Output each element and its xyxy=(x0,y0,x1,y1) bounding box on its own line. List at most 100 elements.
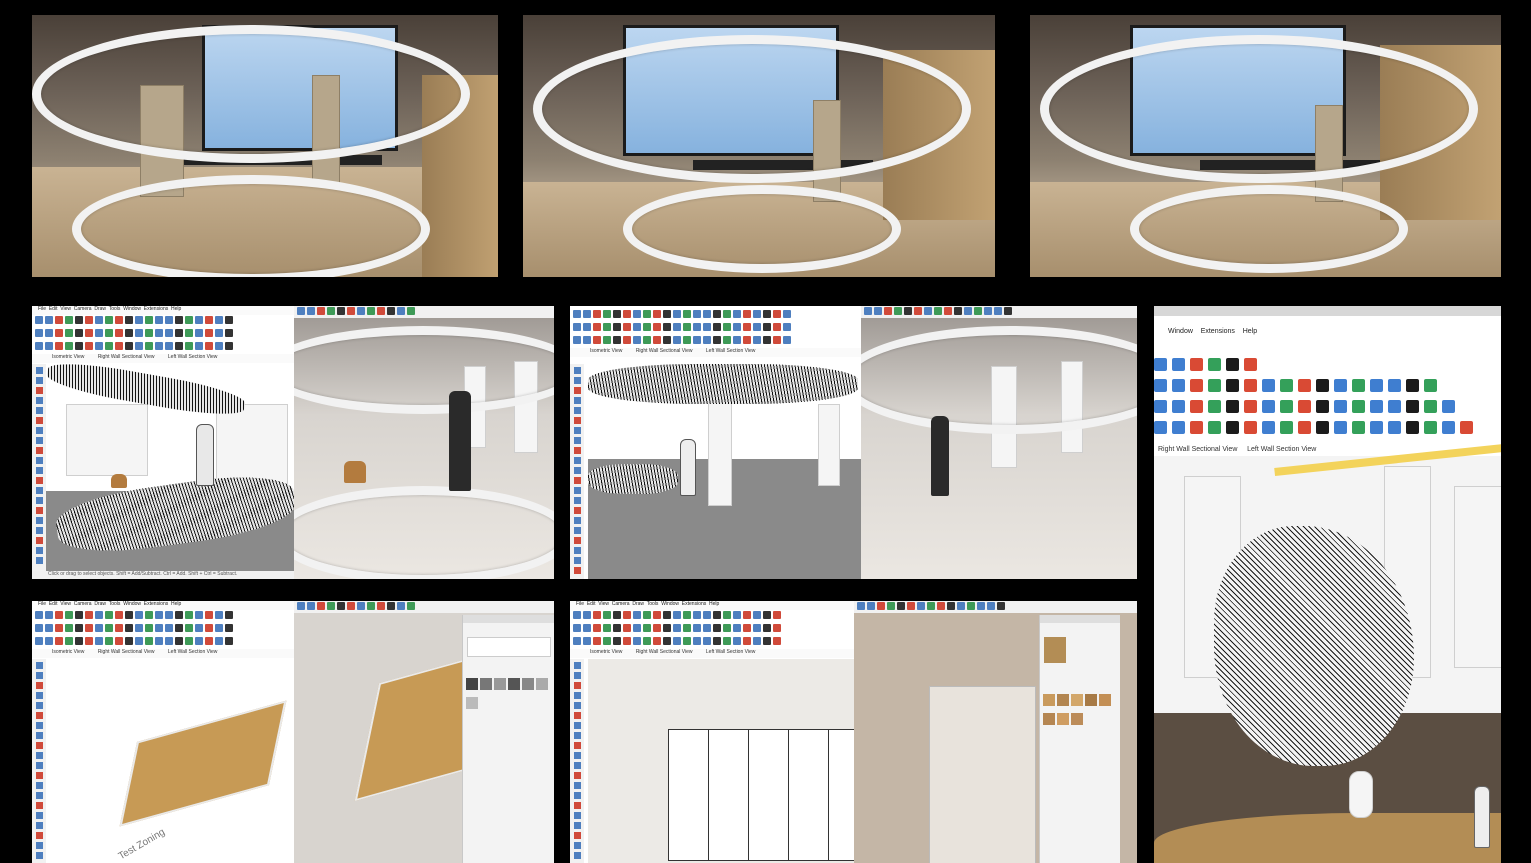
menu-bar: Window Extensions Help xyxy=(1168,328,1257,335)
menu-window[interactable]: Window xyxy=(661,601,679,607)
menu-file[interactable]: File xyxy=(38,306,46,312)
tab-right-wall[interactable]: Right Wall Sectional View xyxy=(98,649,155,655)
menu-camera[interactable]: Camera xyxy=(612,601,630,607)
material-preview xyxy=(467,637,551,657)
paper-ribbon xyxy=(32,25,470,163)
tab-left-wall[interactable]: Left Wall Section View xyxy=(706,649,755,655)
toolbar-row[interactable] xyxy=(32,610,294,623)
menu-camera[interactable]: Camera xyxy=(74,306,92,312)
tab-isometric[interactable]: Isometric View xyxy=(590,649,622,655)
menu-edit[interactable]: Edit xyxy=(49,601,58,607)
tab-left-wall[interactable]: Left Wall Section View xyxy=(706,348,755,354)
menu-view[interactable]: View xyxy=(60,601,71,607)
toolbar-row[interactable] xyxy=(570,335,861,348)
menu-help[interactable]: Help xyxy=(171,601,181,607)
viewport[interactable] xyxy=(588,659,854,863)
person-figure xyxy=(1474,786,1490,848)
tab-right-wall[interactable]: Right Wall Sectional View xyxy=(636,649,693,655)
tab-left-wall[interactable]: Left Wall Section View xyxy=(168,354,217,360)
status-bar: Click or drag to select objects. Shift =… xyxy=(32,571,294,579)
sketchup-window-panels: File Edit View Camera Draw Tools Window … xyxy=(570,601,854,863)
toolbar-row[interactable] xyxy=(570,636,854,649)
tab-isometric[interactable]: Isometric View xyxy=(590,348,622,354)
menu-extensions[interactable]: Extensions xyxy=(682,601,706,607)
tab-left-wall[interactable]: Left Wall Section View xyxy=(1247,446,1316,453)
tab-isometric[interactable]: Isometric View xyxy=(52,354,84,360)
menu-draw[interactable]: Draw xyxy=(632,601,644,607)
menu-window[interactable]: Window xyxy=(123,601,141,607)
person-figure xyxy=(196,424,214,486)
person-figure xyxy=(449,391,471,491)
default-tray[interactable] xyxy=(1039,615,1120,863)
paper-ribbon xyxy=(623,185,901,273)
viewport[interactable]: Test Zoning xyxy=(46,659,294,863)
viewport[interactable] xyxy=(1154,444,1501,863)
menu-help[interactable]: Help xyxy=(709,601,719,607)
wall xyxy=(66,404,148,476)
menu-edit[interactable]: Edit xyxy=(49,306,58,312)
menu-help[interactable]: Help xyxy=(171,306,181,312)
toolbar-row[interactable] xyxy=(32,623,294,636)
menu-extensions[interactable]: Extensions xyxy=(144,601,168,607)
tray-header xyxy=(1040,615,1120,623)
menu-window[interactable]: Window xyxy=(1168,328,1193,335)
model-photo-3 xyxy=(1030,15,1501,277)
toolbar-row[interactable] xyxy=(570,623,854,636)
render-toolbar[interactable] xyxy=(861,306,1137,318)
menu-view[interactable]: View xyxy=(598,601,609,607)
viewport[interactable] xyxy=(44,356,294,571)
paper-ribbon xyxy=(1040,35,1478,183)
render-toolbar[interactable] xyxy=(854,601,1137,613)
left-toolbar[interactable] xyxy=(32,364,46,571)
toolbar-row[interactable] xyxy=(570,610,854,623)
toolbar-row[interactable] xyxy=(32,328,294,341)
wall xyxy=(1454,486,1501,668)
white-sculpture xyxy=(294,486,554,579)
tab-right-wall[interactable]: Right Wall Sectional View xyxy=(98,354,155,360)
material-swatches[interactable] xyxy=(1042,693,1118,731)
tab-left-wall[interactable]: Left Wall Section View xyxy=(168,649,217,655)
left-toolbar[interactable] xyxy=(32,659,46,863)
tab-right-wall[interactable]: Right Wall Sectional View xyxy=(636,348,693,354)
menu-extensions[interactable]: Extensions xyxy=(1201,328,1235,335)
textured-wall xyxy=(929,686,1036,863)
zoning-label: Test Zoning xyxy=(116,826,167,863)
material-swatches[interactable] xyxy=(465,677,553,715)
menu-file[interactable]: File xyxy=(576,601,584,607)
render-toolbar[interactable] xyxy=(294,601,554,613)
toolbar-row[interactable] xyxy=(32,636,294,649)
menu-draw[interactable]: Draw xyxy=(94,306,106,312)
menu-edit[interactable]: Edit xyxy=(587,601,596,607)
toolbar-row[interactable] xyxy=(570,322,861,335)
toolbar-row[interactable] xyxy=(32,315,294,328)
default-tray[interactable] xyxy=(462,615,554,863)
menu-tools[interactable]: Tools xyxy=(109,601,121,607)
left-toolbar[interactable] xyxy=(570,659,584,863)
toolbar-row[interactable] xyxy=(1154,400,1455,416)
menu-bar: File Edit View Camera Draw Tools Window … xyxy=(32,601,294,610)
menu-camera[interactable]: Camera xyxy=(74,601,92,607)
tab-right-wall[interactable]: Right Wall Sectional View xyxy=(1158,446,1237,453)
tree-sculpture xyxy=(588,464,678,494)
model-photo-1 xyxy=(32,15,498,277)
left-toolbar[interactable] xyxy=(570,364,584,579)
menu-draw[interactable]: Draw xyxy=(94,601,106,607)
tab-isometric[interactable]: Isometric View xyxy=(52,649,84,655)
menu-window[interactable]: Window xyxy=(123,306,141,312)
menu-file[interactable]: File xyxy=(38,601,46,607)
menu-tools[interactable]: Tools xyxy=(109,306,121,312)
viewport[interactable] xyxy=(588,364,861,579)
render-toolbar[interactable] xyxy=(294,306,554,318)
toolbar-row[interactable] xyxy=(1154,379,1437,395)
toolbar-row[interactable] xyxy=(1154,358,1257,374)
menu-extensions[interactable]: Extensions xyxy=(144,306,168,312)
toolbar-row[interactable] xyxy=(570,309,861,322)
menu-view[interactable]: View xyxy=(60,306,71,312)
menu-help[interactable]: Help xyxy=(1243,328,1257,335)
toolbar-row[interactable] xyxy=(1154,421,1473,437)
scene-tabs: Isometric View Right Wall Sectional View… xyxy=(32,354,294,363)
sketchup-window-wall: Isometric View Right Wall Sectional View… xyxy=(570,306,861,579)
title-bar xyxy=(1154,306,1501,316)
menu-tools[interactable]: Tools xyxy=(647,601,659,607)
toolbar-row[interactable] xyxy=(32,341,294,354)
